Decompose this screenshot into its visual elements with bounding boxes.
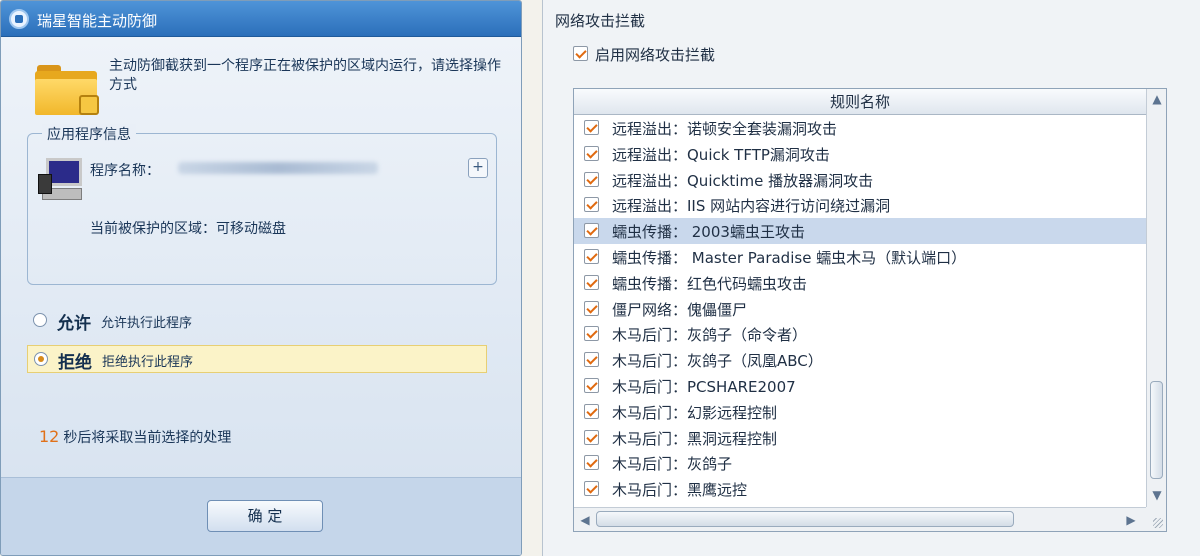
rule-row[interactable]: 木马后门：灰鸽子 (574, 450, 1146, 476)
rule-row[interactable]: 木马后门：幻影远程控制 (574, 399, 1146, 425)
rule-row[interactable]: 远程溢出：Quick TFTP漏洞攻击 (574, 141, 1146, 167)
active-defense-dialog: 瑞星智能主动防御 主动防御截获到一个程序正在被保护的区域内运行，请选择操作方式 … (0, 0, 522, 556)
allow-description: 允许执行此程序 (101, 316, 193, 331)
rule-checkbox[interactable] (584, 145, 599, 161)
protected-folder-icon (35, 65, 101, 117)
allow-radio[interactable] (33, 313, 47, 327)
scroll-right-icon[interactable]: ▶ (1122, 510, 1140, 530)
rules-list: 远程溢出：诺顿安全套装漏洞攻击 远程溢出：Quick TFTP漏洞攻击远程溢出：Q… (574, 115, 1146, 507)
program-name-value-blurred (178, 162, 378, 174)
scroll-up-icon[interactable]: ▲ (1147, 89, 1167, 109)
rule-checkbox[interactable] (584, 274, 599, 290)
rule-checkbox[interactable] (584, 377, 599, 393)
countdown-message: 秒后将采取当前选择的处理 (63, 430, 232, 446)
rule-row[interactable]: 蠕虫传播： Master Paradise 蠕虫木马（默认端口） (574, 244, 1146, 270)
dialog-footer: 确 定 (1, 477, 521, 555)
rule-label: 远程溢出：IIS 网站内容进行访问绕过漏洞 (612, 197, 891, 216)
rules-listview: 规则名称 远程溢出：诺顿安全套装漏洞攻击 远程溢出：Quick TFTP漏洞攻击远… (573, 88, 1167, 532)
rule-row[interactable]: 木马后门：黑洞远程控制 (574, 425, 1146, 451)
rule-label: 僵尸网络：傀儡僵尸 (612, 300, 748, 319)
app-info-legend: 应用程序信息 (42, 124, 136, 144)
rule-row[interactable]: 木马后门：灰鸽子（凤凰ABC） (574, 347, 1146, 373)
rule-checkbox[interactable] (584, 403, 599, 419)
rule-label: 木马后门：幻影远程控制 (612, 403, 778, 422)
vertical-scrollbar[interactable]: ▲ ▼ (1146, 89, 1166, 507)
rule-label: 远程溢出：Quicktime 播放器漏洞攻击 (612, 171, 874, 190)
rule-checkbox[interactable] (584, 429, 599, 445)
column-header-rule-name[interactable]: 规则名称 (574, 89, 1146, 115)
deny-title: 拒绝 (58, 353, 92, 373)
rule-row[interactable]: 远程溢出：Quicktime 播放器漏洞攻击 (574, 167, 1146, 193)
intercept-message: 主动防御截获到一个程序正在被保护的区域内运行，请选择操作方式 (109, 58, 501, 93)
rule-row[interactable]: 木马后门：灰鸽子（命令者） (574, 321, 1146, 347)
countdown-text: 12 秒后将采取当前选择的处理 (39, 427, 231, 447)
scroll-left-icon[interactable]: ◀ (576, 510, 594, 530)
rule-row[interactable]: 木马后门：PCSHARE2007 (574, 373, 1146, 399)
lock-icon (79, 95, 99, 115)
horizontal-scroll-thumb[interactable] (596, 511, 1014, 527)
rule-checkbox[interactable] (584, 171, 599, 187)
rule-checkbox[interactable] (584, 455, 599, 471)
rule-checkbox[interactable] (584, 481, 599, 497)
program-name-label: 程序名称： (90, 163, 160, 179)
horizontal-scrollbar[interactable]: ◀ ▶ (574, 507, 1146, 531)
dialog-body: 主动防御截获到一个程序正在被保护的区域内运行，请选择操作方式 应用程序信息 程序… (1, 37, 521, 555)
rule-row[interactable]: 木马后门：黑鹰远控 (574, 476, 1146, 502)
rule-label: 木马后门：灰鸽子（命令者） (612, 326, 808, 345)
enable-checkbox-box[interactable] (573, 46, 588, 61)
network-attack-panel: 网络攻击拦截 启用网络攻击拦截 规则名称 远程溢出：诺顿安全套装漏洞攻击 远程溢出… (542, 0, 1200, 556)
countdown-seconds: 12 (39, 427, 60, 446)
rule-checkbox[interactable] (584, 120, 599, 135)
rising-shield-icon (9, 9, 29, 29)
rule-row[interactable]: 蠕虫传播： 2003蠕虫王攻击 (574, 218, 1146, 244)
rule-checkbox[interactable] (584, 197, 599, 213)
rule-checkbox[interactable] (584, 352, 599, 368)
rule-row[interactable]: 蠕虫传播：红色代码蠕虫攻击 (574, 270, 1146, 296)
rule-label: 远程溢出：诺顿安全套装漏洞攻击 (612, 120, 838, 138)
dialog-title: 瑞星智能主动防御 (37, 12, 158, 30)
rule-row[interactable]: 远程溢出：诺顿安全套装漏洞攻击 (574, 115, 1146, 141)
rule-label: 木马后门：灰鸽子 (612, 455, 733, 474)
scroll-down-icon[interactable]: ▼ (1147, 485, 1167, 505)
rule-row[interactable]: 远程溢出：IIS 网站内容进行访问绕过漏洞 (574, 192, 1146, 218)
rule-label: 木马后门：灰鸽子（凤凰ABC） (612, 352, 823, 371)
program-computer-icon (38, 156, 84, 202)
rule-row[interactable]: 僵尸网络：傀儡僵尸 (574, 296, 1146, 322)
rule-label: 木马后门：黑鹰远控 (612, 481, 748, 500)
allow-title: 允许 (57, 314, 91, 334)
panel-title: 网络攻击拦截 (555, 12, 646, 30)
option-deny[interactable]: 拒绝 拒绝执行此程序 (27, 345, 487, 373)
enable-checkbox-label: 启用网络攻击拦截 (595, 46, 716, 64)
expand-details-button[interactable]: + (468, 158, 488, 178)
option-allow[interactable]: 允许 允许执行此程序 (27, 307, 487, 335)
vertical-scroll-thumb[interactable] (1150, 381, 1163, 479)
rule-label: 木马后门：PCSHARE2007 (612, 377, 796, 396)
dialog-titlebar[interactable]: 瑞星智能主动防御 (1, 1, 521, 37)
rule-checkbox[interactable] (584, 326, 599, 342)
rule-checkbox[interactable] (584, 223, 599, 239)
deny-description: 拒绝执行此程序 (102, 355, 194, 370)
deny-radio[interactable] (34, 352, 48, 366)
rule-label: 木马后门：黑洞远程控制 (612, 429, 778, 448)
rule-label: 蠕虫传播： Master Paradise 蠕虫木马（默认端口） (612, 248, 967, 267)
rule-label: 蠕虫传播：红色代码蠕虫攻击 (612, 274, 808, 293)
rule-checkbox[interactable] (584, 248, 599, 264)
rule-checkbox[interactable] (584, 300, 599, 316)
rule-label: 蠕虫传播： 2003蠕虫王攻击 (612, 223, 805, 242)
ok-button[interactable]: 确 定 (207, 500, 323, 532)
app-info-group: 应用程序信息 程序名称： + 当前被保护的区域：可移动磁盘 (27, 124, 497, 285)
protected-zone-text: 当前被保护的区域：可移动磁盘 (90, 221, 286, 237)
resize-grip-icon[interactable] (1146, 507, 1166, 531)
rule-label: 远程溢出：Quick TFTP漏洞攻击 (612, 145, 830, 164)
